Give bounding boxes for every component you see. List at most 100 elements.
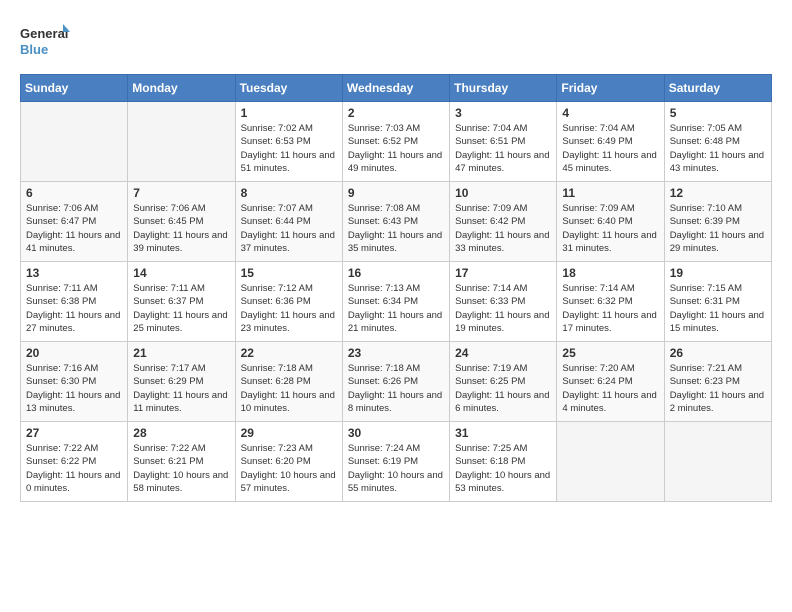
day-info: Sunrise: 7:04 AMSunset: 6:49 PMDaylight:… (562, 122, 658, 175)
calendar-week-4: 20 Sunrise: 7:16 AMSunset: 6:30 PMDaylig… (21, 342, 772, 422)
calendar-day: 29 Sunrise: 7:23 AMSunset: 6:20 PMDaylig… (235, 422, 342, 502)
day-info: Sunrise: 7:16 AMSunset: 6:30 PMDaylight:… (26, 362, 122, 415)
day-info: Sunrise: 7:14 AMSunset: 6:33 PMDaylight:… (455, 282, 551, 335)
day-info: Sunrise: 7:10 AMSunset: 6:39 PMDaylight:… (670, 202, 766, 255)
calendar-day: 2 Sunrise: 7:03 AMSunset: 6:52 PMDayligh… (342, 102, 449, 182)
day-info: Sunrise: 7:18 AMSunset: 6:28 PMDaylight:… (241, 362, 337, 415)
day-number: 20 (26, 346, 122, 360)
calendar-day: 20 Sunrise: 7:16 AMSunset: 6:30 PMDaylig… (21, 342, 128, 422)
day-number: 19 (670, 266, 766, 280)
calendar-day: 18 Sunrise: 7:14 AMSunset: 6:32 PMDaylig… (557, 262, 664, 342)
day-number: 24 (455, 346, 551, 360)
day-number: 21 (133, 346, 229, 360)
day-info: Sunrise: 7:17 AMSunset: 6:29 PMDaylight:… (133, 362, 229, 415)
calendar-day: 9 Sunrise: 7:08 AMSunset: 6:43 PMDayligh… (342, 182, 449, 262)
day-info: Sunrise: 7:09 AMSunset: 6:42 PMDaylight:… (455, 202, 551, 255)
page-header: General Blue (20, 20, 772, 64)
calendar-day: 26 Sunrise: 7:21 AMSunset: 6:23 PMDaylig… (664, 342, 771, 422)
weekday-header-thursday: Thursday (450, 75, 557, 102)
day-number: 4 (562, 106, 658, 120)
day-number: 1 (241, 106, 337, 120)
calendar-day: 24 Sunrise: 7:19 AMSunset: 6:25 PMDaylig… (450, 342, 557, 422)
day-number: 9 (348, 186, 444, 200)
day-number: 22 (241, 346, 337, 360)
day-number: 11 (562, 186, 658, 200)
day-number: 6 (26, 186, 122, 200)
calendar-day: 10 Sunrise: 7:09 AMSunset: 6:42 PMDaylig… (450, 182, 557, 262)
day-info: Sunrise: 7:18 AMSunset: 6:26 PMDaylight:… (348, 362, 444, 415)
calendar-day: 21 Sunrise: 7:17 AMSunset: 6:29 PMDaylig… (128, 342, 235, 422)
calendar-day (128, 102, 235, 182)
day-info: Sunrise: 7:11 AMSunset: 6:38 PMDaylight:… (26, 282, 122, 335)
weekday-header-tuesday: Tuesday (235, 75, 342, 102)
day-info: Sunrise: 7:15 AMSunset: 6:31 PMDaylight:… (670, 282, 766, 335)
calendar-week-1: 1 Sunrise: 7:02 AMSunset: 6:53 PMDayligh… (21, 102, 772, 182)
calendar-day (664, 422, 771, 502)
calendar-day: 22 Sunrise: 7:18 AMSunset: 6:28 PMDaylig… (235, 342, 342, 422)
calendar-day: 13 Sunrise: 7:11 AMSunset: 6:38 PMDaylig… (21, 262, 128, 342)
calendar-day (557, 422, 664, 502)
calendar-day: 6 Sunrise: 7:06 AMSunset: 6:47 PMDayligh… (21, 182, 128, 262)
calendar-day: 27 Sunrise: 7:22 AMSunset: 6:22 PMDaylig… (21, 422, 128, 502)
calendar-day: 1 Sunrise: 7:02 AMSunset: 6:53 PMDayligh… (235, 102, 342, 182)
day-number: 3 (455, 106, 551, 120)
calendar-day (21, 102, 128, 182)
day-number: 28 (133, 426, 229, 440)
calendar-day: 31 Sunrise: 7:25 AMSunset: 6:18 PMDaylig… (450, 422, 557, 502)
day-info: Sunrise: 7:25 AMSunset: 6:18 PMDaylight:… (455, 442, 551, 495)
day-info: Sunrise: 7:05 AMSunset: 6:48 PMDaylight:… (670, 122, 766, 175)
day-number: 7 (133, 186, 229, 200)
day-number: 14 (133, 266, 229, 280)
day-info: Sunrise: 7:06 AMSunset: 6:45 PMDaylight:… (133, 202, 229, 255)
calendar-day: 28 Sunrise: 7:22 AMSunset: 6:21 PMDaylig… (128, 422, 235, 502)
day-info: Sunrise: 7:13 AMSunset: 6:34 PMDaylight:… (348, 282, 444, 335)
day-number: 15 (241, 266, 337, 280)
weekday-header-sunday: Sunday (21, 75, 128, 102)
day-info: Sunrise: 7:21 AMSunset: 6:23 PMDaylight:… (670, 362, 766, 415)
calendar-day: 3 Sunrise: 7:04 AMSunset: 6:51 PMDayligh… (450, 102, 557, 182)
day-number: 13 (26, 266, 122, 280)
calendar-day: 30 Sunrise: 7:24 AMSunset: 6:19 PMDaylig… (342, 422, 449, 502)
day-info: Sunrise: 7:09 AMSunset: 6:40 PMDaylight:… (562, 202, 658, 255)
day-info: Sunrise: 7:07 AMSunset: 6:44 PMDaylight:… (241, 202, 337, 255)
day-info: Sunrise: 7:08 AMSunset: 6:43 PMDaylight:… (348, 202, 444, 255)
weekday-header-row: SundayMondayTuesdayWednesdayThursdayFrid… (21, 75, 772, 102)
calendar-table: SundayMondayTuesdayWednesdayThursdayFrid… (20, 74, 772, 502)
calendar-day: 5 Sunrise: 7:05 AMSunset: 6:48 PMDayligh… (664, 102, 771, 182)
day-info: Sunrise: 7:12 AMSunset: 6:36 PMDaylight:… (241, 282, 337, 335)
day-info: Sunrise: 7:02 AMSunset: 6:53 PMDaylight:… (241, 122, 337, 175)
day-number: 2 (348, 106, 444, 120)
logo-svg: General Blue (20, 20, 70, 64)
day-number: 17 (455, 266, 551, 280)
day-info: Sunrise: 7:11 AMSunset: 6:37 PMDaylight:… (133, 282, 229, 335)
calendar-day: 7 Sunrise: 7:06 AMSunset: 6:45 PMDayligh… (128, 182, 235, 262)
day-number: 16 (348, 266, 444, 280)
logo: General Blue (20, 20, 70, 64)
day-number: 8 (241, 186, 337, 200)
calendar-week-2: 6 Sunrise: 7:06 AMSunset: 6:47 PMDayligh… (21, 182, 772, 262)
calendar-day: 14 Sunrise: 7:11 AMSunset: 6:37 PMDaylig… (128, 262, 235, 342)
day-info: Sunrise: 7:23 AMSunset: 6:20 PMDaylight:… (241, 442, 337, 495)
calendar-week-5: 27 Sunrise: 7:22 AMSunset: 6:22 PMDaylig… (21, 422, 772, 502)
calendar-day: 16 Sunrise: 7:13 AMSunset: 6:34 PMDaylig… (342, 262, 449, 342)
day-number: 26 (670, 346, 766, 360)
day-number: 27 (26, 426, 122, 440)
day-number: 31 (455, 426, 551, 440)
svg-text:General: General (20, 26, 68, 41)
weekday-header-friday: Friday (557, 75, 664, 102)
calendar-day: 17 Sunrise: 7:14 AMSunset: 6:33 PMDaylig… (450, 262, 557, 342)
day-number: 5 (670, 106, 766, 120)
day-info: Sunrise: 7:20 AMSunset: 6:24 PMDaylight:… (562, 362, 658, 415)
day-number: 30 (348, 426, 444, 440)
day-info: Sunrise: 7:14 AMSunset: 6:32 PMDaylight:… (562, 282, 658, 335)
calendar-day: 11 Sunrise: 7:09 AMSunset: 6:40 PMDaylig… (557, 182, 664, 262)
day-info: Sunrise: 7:22 AMSunset: 6:21 PMDaylight:… (133, 442, 229, 495)
calendar-week-3: 13 Sunrise: 7:11 AMSunset: 6:38 PMDaylig… (21, 262, 772, 342)
day-number: 23 (348, 346, 444, 360)
weekday-header-monday: Monday (128, 75, 235, 102)
day-info: Sunrise: 7:24 AMSunset: 6:19 PMDaylight:… (348, 442, 444, 495)
calendar-day: 25 Sunrise: 7:20 AMSunset: 6:24 PMDaylig… (557, 342, 664, 422)
day-info: Sunrise: 7:06 AMSunset: 6:47 PMDaylight:… (26, 202, 122, 255)
day-info: Sunrise: 7:19 AMSunset: 6:25 PMDaylight:… (455, 362, 551, 415)
day-info: Sunrise: 7:22 AMSunset: 6:22 PMDaylight:… (26, 442, 122, 495)
